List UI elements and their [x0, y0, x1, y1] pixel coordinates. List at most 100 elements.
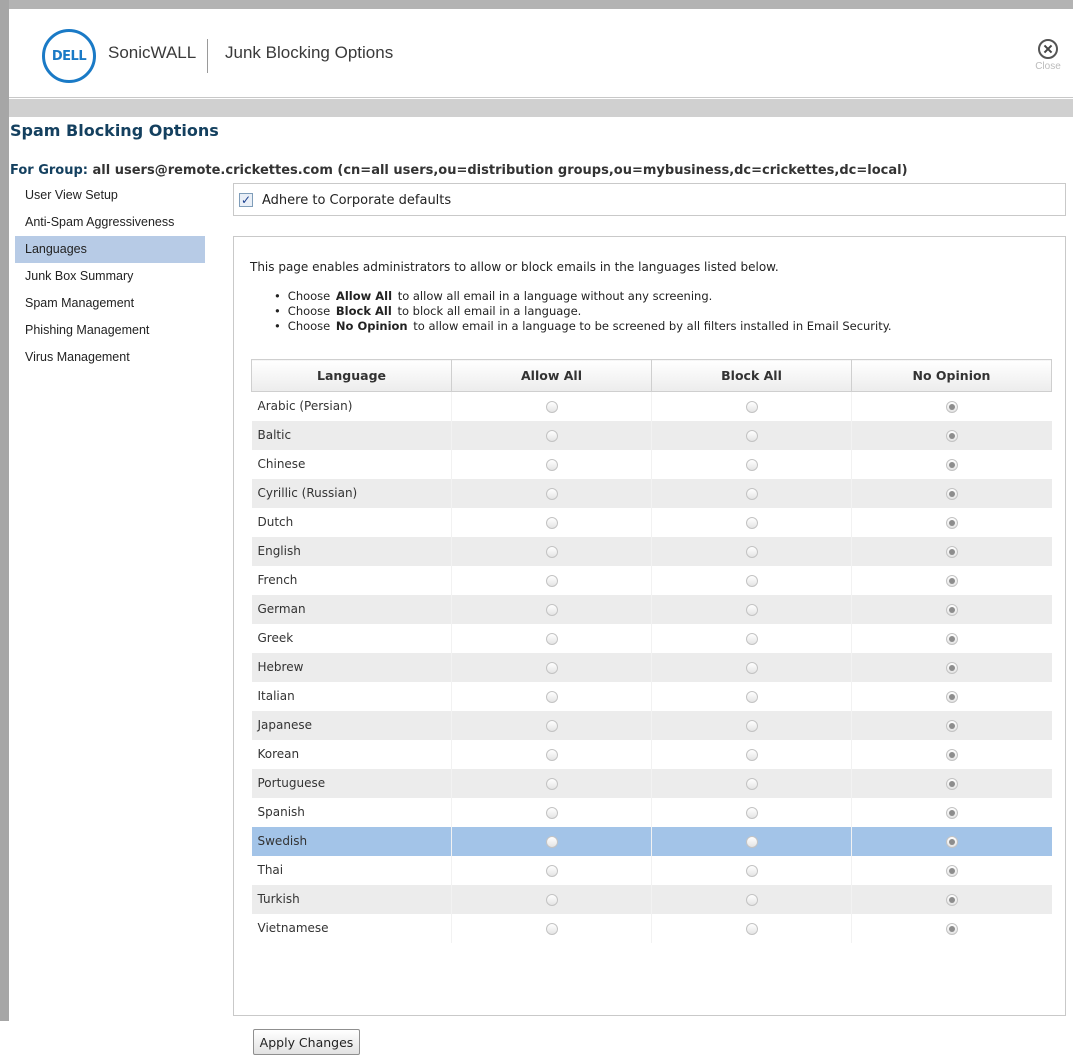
allow-all-radio[interactable]: [545, 719, 558, 732]
allow-all-radio[interactable]: [545, 458, 558, 471]
languages-panel: This page enables administrators to allo…: [233, 236, 1066, 1055]
apply-changes-button[interactable]: Apply Changes: [253, 1029, 360, 1055]
checkmark-icon[interactable]: ✓: [241, 193, 251, 207]
no-opinion-radio[interactable]: [945, 922, 958, 935]
block-all-radio[interactable]: [745, 719, 758, 732]
block-all-radio[interactable]: [745, 690, 758, 703]
block-all-radio[interactable]: [745, 487, 758, 500]
sidebar-item-phishing-management[interactable]: Phishing Management: [15, 317, 205, 344]
radio-cell: [451, 855, 652, 885]
radio-cell: [851, 710, 1052, 740]
block-all-radio[interactable]: [745, 545, 758, 558]
block-all-radio[interactable]: [745, 661, 758, 674]
allow-all-radio[interactable]: [545, 661, 558, 674]
language-name: English: [251, 536, 452, 566]
instruction-prefix: Choose: [287, 319, 331, 333]
block-all-radio[interactable]: [745, 806, 758, 819]
allow-all-radio[interactable]: [545, 922, 558, 935]
radio-cell: [851, 594, 1052, 624]
radio-cell: [851, 768, 1052, 798]
no-opinion-radio[interactable]: [945, 835, 958, 848]
no-opinion-radio[interactable]: [945, 893, 958, 906]
instruction-rest: to allow email in a language to be scree…: [413, 319, 892, 333]
allow-all-radio[interactable]: [545, 835, 558, 848]
language-name: German: [251, 594, 452, 624]
table-row: French: [251, 565, 1052, 595]
no-opinion-radio[interactable]: [945, 603, 958, 616]
language-name: Chinese: [251, 449, 452, 479]
radio-cell: [851, 739, 1052, 769]
no-opinion-radio[interactable]: [945, 719, 958, 732]
block-all-radio[interactable]: [745, 748, 758, 761]
close-icon[interactable]: [1038, 39, 1058, 59]
sidebar-item-anti-spam-aggressiveness[interactable]: Anti-Spam Aggressiveness: [15, 209, 205, 236]
sidebar-item-user-view-setup[interactable]: User View Setup: [15, 182, 205, 209]
block-all-radio[interactable]: [745, 458, 758, 471]
corporate-defaults-label[interactable]: Adhere to Corporate defaults: [262, 193, 451, 208]
no-opinion-radio[interactable]: [945, 748, 958, 761]
no-opinion-radio[interactable]: [945, 516, 958, 529]
no-opinion-radio[interactable]: [945, 458, 958, 471]
allow-all-radio[interactable]: [545, 864, 558, 877]
no-opinion-radio[interactable]: [945, 429, 958, 442]
allow-all-radio[interactable]: [545, 806, 558, 819]
allow-all-radio[interactable]: [545, 429, 558, 442]
no-opinion-radio[interactable]: [945, 777, 958, 790]
radio-cell: [851, 507, 1052, 537]
allow-all-radio[interactable]: [545, 603, 558, 616]
sidebar-item-junk-box-summary[interactable]: Junk Box Summary: [15, 263, 205, 290]
allow-all-radio[interactable]: [545, 545, 558, 558]
language-name: Spanish: [251, 797, 452, 827]
allow-all-radio[interactable]: [545, 893, 558, 906]
sidebar-item-spam-management[interactable]: Spam Management: [15, 290, 205, 317]
table-row: Vietnamese: [251, 913, 1052, 943]
block-all-radio[interactable]: [745, 922, 758, 935]
table-row: Dutch: [251, 507, 1052, 537]
allow-all-radio[interactable]: [545, 516, 558, 529]
radio-cell: [651, 768, 852, 798]
intro-text: This page enables administrators to allo…: [250, 260, 779, 274]
no-opinion-radio[interactable]: [945, 487, 958, 500]
no-opinion-radio[interactable]: [945, 574, 958, 587]
instruction-option: Block All: [335, 304, 392, 318]
allow-all-radio[interactable]: [545, 690, 558, 703]
block-all-radio[interactable]: [745, 516, 758, 529]
block-all-radio[interactable]: [745, 400, 758, 413]
no-opinion-radio[interactable]: [945, 400, 958, 413]
no-opinion-radio[interactable]: [945, 545, 958, 558]
languages-table-body: Arabic (Persian) Baltic Chinese Cyrillic (R…: [251, 391, 1052, 943]
no-opinion-radio[interactable]: [945, 661, 958, 674]
brand-name: SonicWALL: [108, 43, 197, 62]
block-all-radio[interactable]: [745, 632, 758, 645]
no-opinion-radio[interactable]: [945, 632, 958, 645]
no-opinion-radio[interactable]: [945, 864, 958, 877]
radio-cell: [851, 826, 1052, 856]
allow-all-radio[interactable]: [545, 487, 558, 500]
block-all-radio[interactable]: [745, 603, 758, 616]
allow-all-radio[interactable]: [545, 777, 558, 790]
block-all-radio[interactable]: [745, 864, 758, 877]
allow-all-radio[interactable]: [545, 632, 558, 645]
no-opinion-radio[interactable]: [945, 806, 958, 819]
block-all-radio[interactable]: [745, 777, 758, 790]
sidebar-item-languages[interactable]: Languages: [15, 236, 205, 263]
column-header-block-all: Block All: [651, 359, 852, 392]
table-row: Italian: [251, 681, 1052, 711]
instruction-rest: to allow all email in a language without…: [397, 289, 713, 303]
radio-cell: [451, 681, 652, 711]
allow-all-radio[interactable]: [545, 574, 558, 587]
allow-all-radio[interactable]: [545, 400, 558, 413]
no-opinion-radio[interactable]: [945, 690, 958, 703]
close-label[interactable]: Close: [1033, 61, 1063, 72]
block-all-radio[interactable]: [745, 429, 758, 442]
sidebar-nav: User View Setup Anti-Spam Aggressiveness L…: [15, 182, 205, 371]
block-all-radio[interactable]: [745, 835, 758, 848]
block-all-radio[interactable]: [745, 893, 758, 906]
sidebar-item-virus-management[interactable]: Virus Management: [15, 344, 205, 371]
radio-cell: [451, 507, 652, 537]
table-row: Chinese: [251, 449, 1052, 479]
corporate-defaults-checkbox[interactable]: ✓: [239, 193, 253, 207]
allow-all-radio[interactable]: [545, 748, 558, 761]
block-all-radio[interactable]: [745, 574, 758, 587]
close-button[interactable]: Close: [1033, 39, 1063, 72]
